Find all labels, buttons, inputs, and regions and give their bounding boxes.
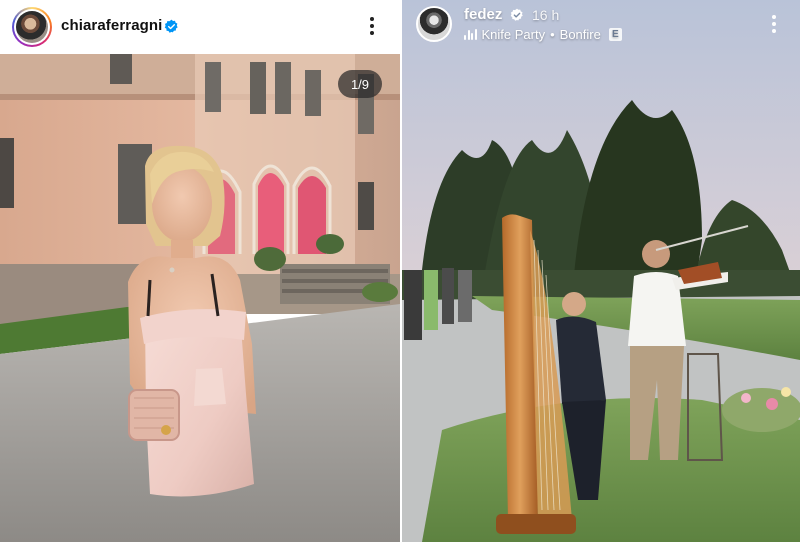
story-photo [402,0,800,542]
story-timestamp: 16 h [532,7,560,23]
post-username[interactable]: chiaraferragni [61,17,162,34]
profile-avatar[interactable] [12,7,52,47]
story-avatar[interactable] [416,6,452,42]
story-username[interactable]: fedez [464,6,502,23]
music-track: Bonfire [559,27,601,42]
more-options-icon[interactable] [362,14,382,38]
avatar-inner [14,9,50,45]
avatar-image [16,11,48,43]
music-separator: • [550,27,555,42]
verified-badge-icon [164,19,178,33]
post-photo-image [0,54,400,542]
verified-badge-icon [510,8,523,21]
music-artist: Knife Party [481,27,546,42]
post-header: chiaraferragni [0,0,400,54]
carousel-counter: 1/9 [338,70,382,98]
story-panel[interactable]: fedez 16 h Knife Party • Bonfire E [402,0,800,542]
audio-waveform-icon [464,29,477,40]
explicit-badge: E [608,28,622,41]
post-photo[interactable]: 1/9 [0,54,400,542]
instagram-post: chiaraferragni 1/9 [0,0,400,542]
story-music-sticker[interactable]: Knife Party • Bonfire E [464,27,622,42]
more-options-icon[interactable] [766,13,782,35]
